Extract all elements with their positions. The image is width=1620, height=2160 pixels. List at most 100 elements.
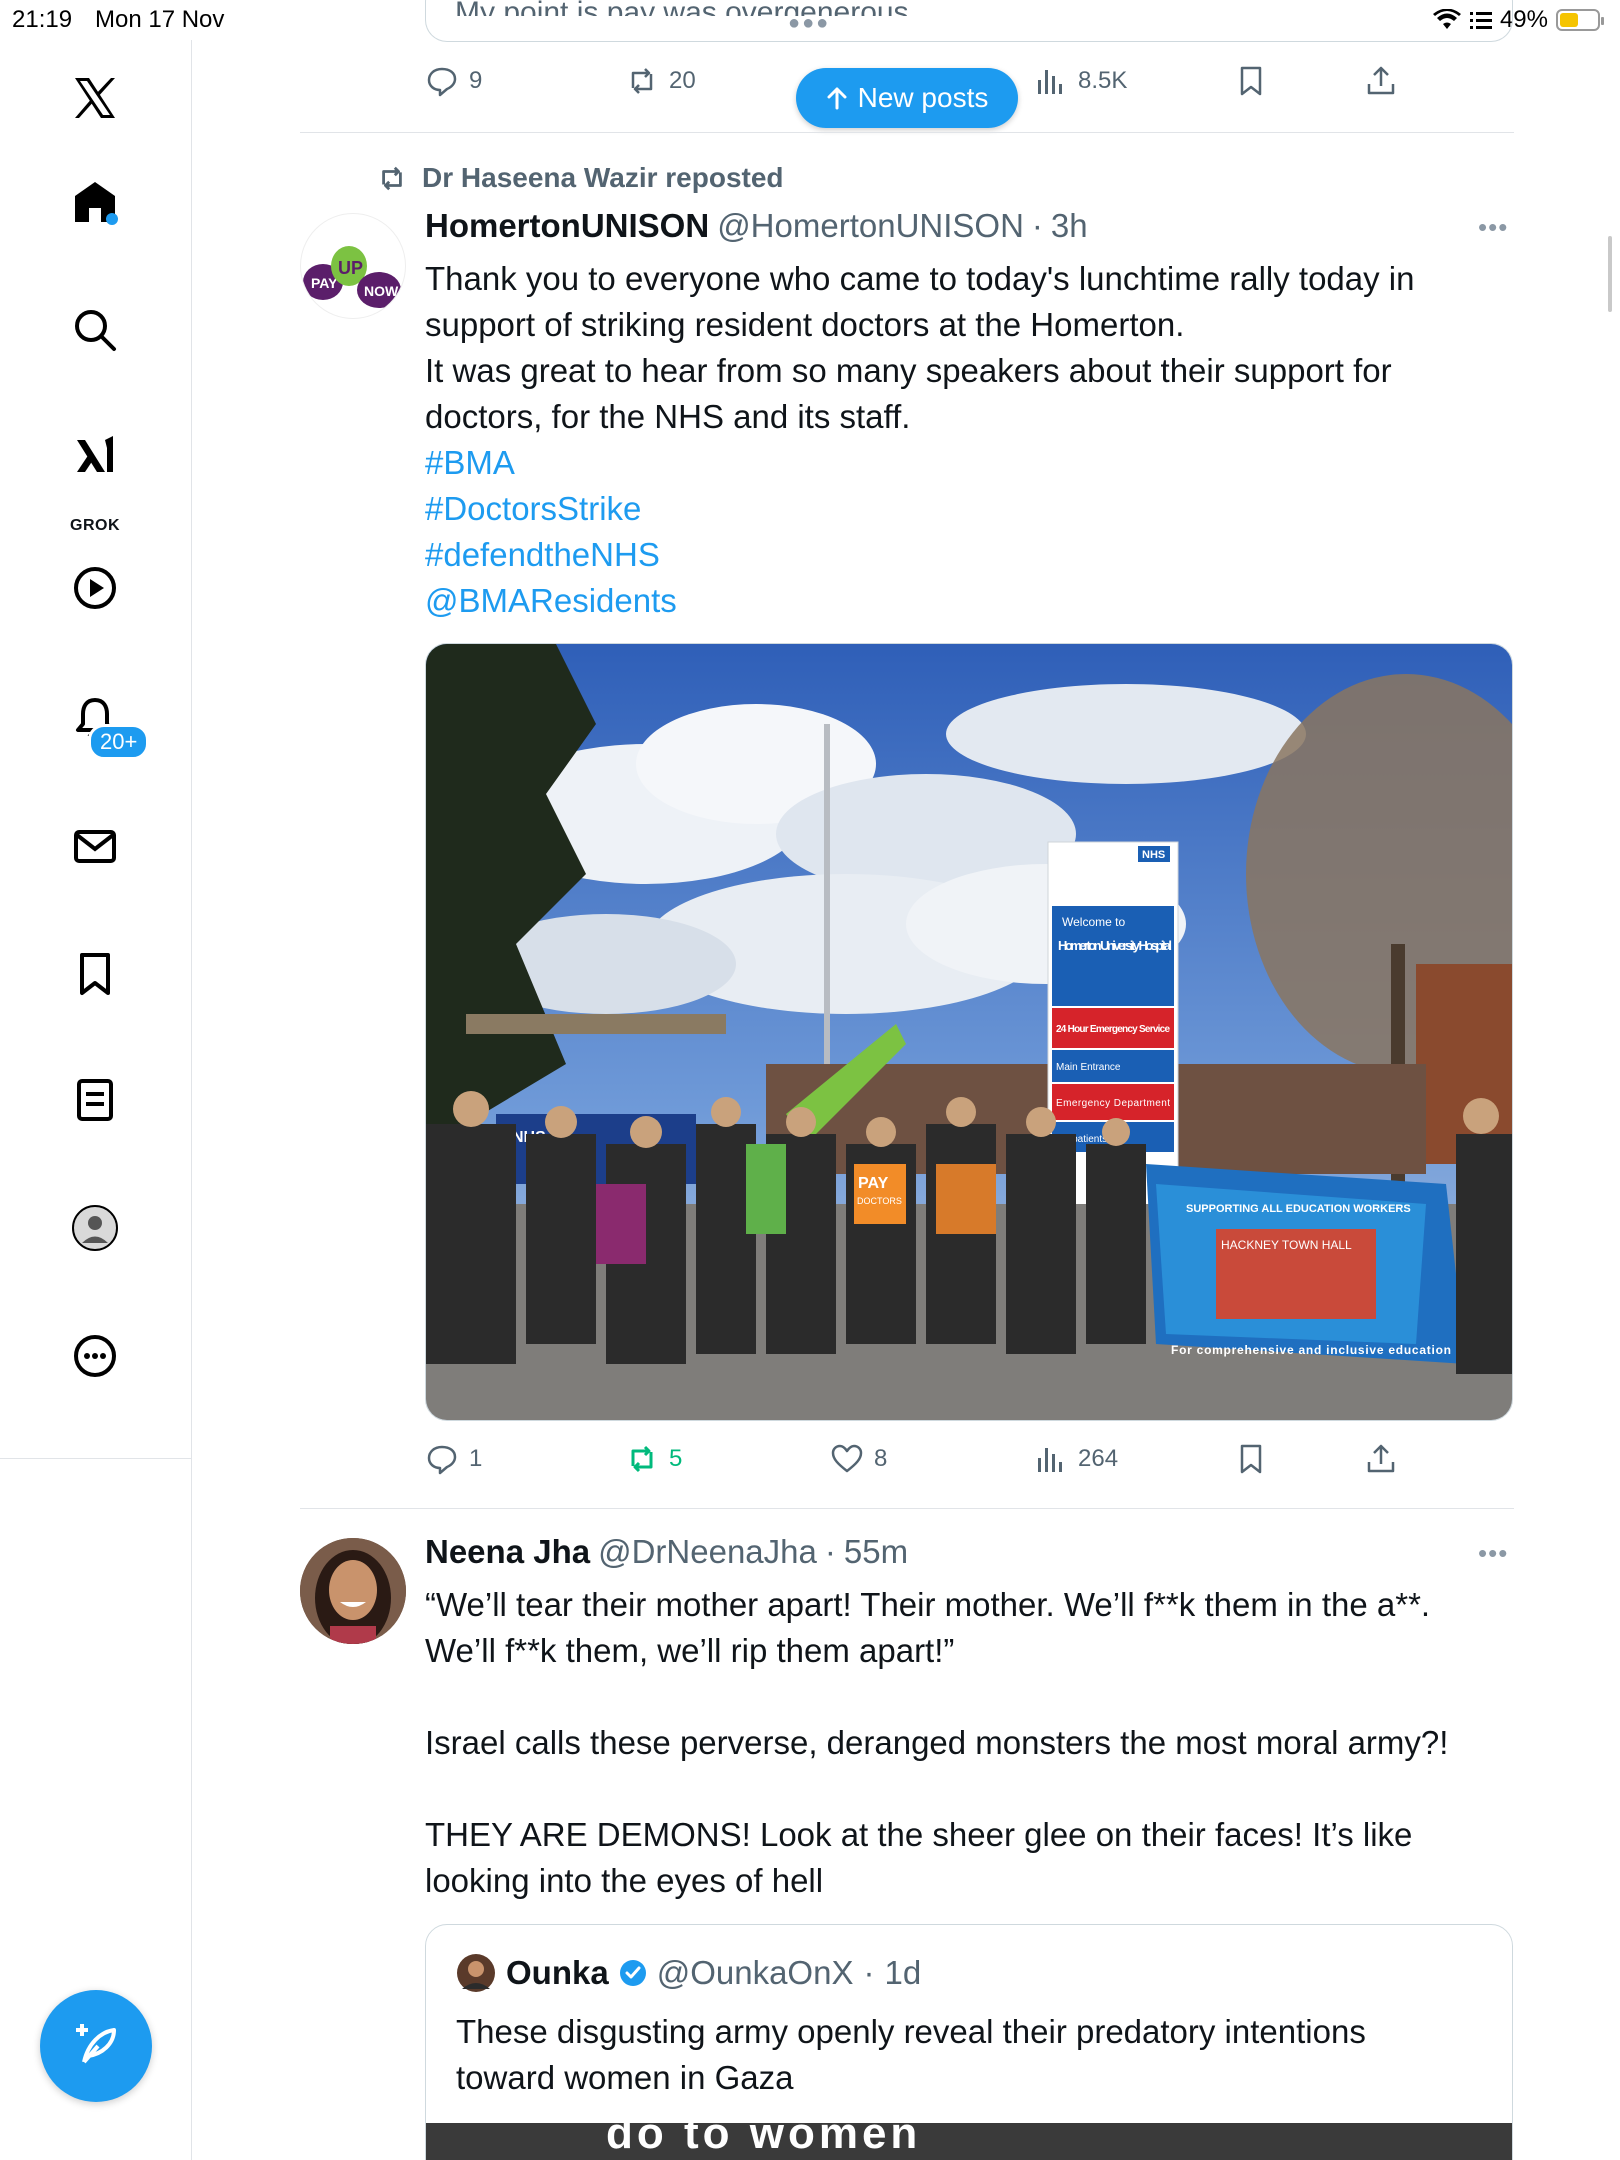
reply-icon (427, 1445, 457, 1475)
reply-icon (427, 67, 457, 97)
views-count: 8.5K (1078, 67, 1128, 94)
quoted-media-caption: do to women (606, 2109, 922, 2149)
banner-bottom-text: For comprehensive and inclusive educatio… (1171, 1343, 1451, 1357)
tweet1-repost-count: 5 (669, 1445, 683, 1472)
tweet2-line: THEY ARE DEMONS! Look at the sheer glee … (425, 1816, 1413, 1853)
views-chart-icon (1038, 70, 1062, 94)
tweet1-header: HomertonUNISON @HomertonUNISON · 3h (425, 207, 1088, 245)
home-notification-dot (106, 213, 118, 225)
sidebar-divider (0, 1458, 192, 1459)
profile-avatar-icon[interactable] (65, 1198, 125, 1258)
banner-top-text: SUPPORTING ALL EDUCATION WORKERS (1186, 1203, 1411, 1215)
homertonunison-avatar[interactable]: PAY UP NOW (300, 213, 406, 319)
repost-button[interactable]: 20 (625, 64, 696, 98)
x-logo-icon[interactable] (65, 68, 125, 128)
tweet2-separator: · (824, 1533, 836, 1570)
grok-icon[interactable] (65, 426, 125, 486)
compose-post-button[interactable] (40, 1990, 152, 2102)
tweet2-author-handle[interactable]: @DrNeenaJha (598, 1533, 817, 1571)
new-posts-label: New posts (857, 82, 989, 113)
repost-attribution[interactable]: Dr Haseena Wazir reposted (376, 162, 784, 194)
repost-count: 20 (669, 67, 696, 94)
quoted-author-handle: @OunkaOnX (656, 1954, 854, 1991)
tweet2-body: “We’ll tear their mother apart! Their mo… (425, 1582, 1505, 1904)
hashtag-doctorsstrike-link[interactable]: #DoctorsStrike (425, 486, 1505, 532)
repost-small-icon (382, 166, 402, 191)
lists-icon[interactable] (65, 1070, 125, 1130)
tweet1-author-handle[interactable]: @HomertonUNISON (717, 207, 1024, 245)
new-posts-button[interactable]: New posts (796, 68, 1018, 128)
tweet1-more-icon[interactable]: ••• (1478, 212, 1508, 243)
placard-doctors-text: DOCTORS (857, 1196, 902, 1206)
tweet1-time[interactable]: 3h (1051, 207, 1088, 245)
hashtag-defendthenhs-link[interactable]: #defendtheNHS (425, 532, 1505, 578)
quoted-time: 1d (884, 1954, 922, 1991)
tweet1-author-name[interactable]: HomertonUNISON (425, 207, 709, 245)
bookmark-button[interactable] (1234, 64, 1268, 98)
messages-icon[interactable] (65, 816, 125, 876)
grok-label: GROK (70, 517, 120, 534)
tweet1-line: Thank you to everyone who came to today'… (425, 260, 1415, 297)
hashtag-bma-link[interactable]: #BMA (425, 440, 1505, 486)
views-button[interactable]: 8.5K (1034, 64, 1127, 98)
tweet1-body: Thank you to everyone who came to today'… (425, 256, 1505, 624)
neenajha-avatar[interactable] (300, 1538, 406, 1644)
banner-townhall-text: HACKNEY TOWN HALL (1221, 1238, 1352, 1252)
video-icon[interactable] (65, 558, 125, 618)
share-icon (1367, 1444, 1395, 1473)
repost-icon (631, 1445, 653, 1473)
share-button[interactable] (1364, 64, 1398, 98)
sign-nhs-text: NHS (1142, 849, 1165, 861)
arrow-up-icon (827, 87, 847, 110)
reply-count: 9 (469, 67, 483, 94)
tweet2-time[interactable]: 55m (844, 1533, 908, 1571)
bookmarks-icon[interactable] (65, 944, 125, 1004)
sign-hospital-text: Homerton University Hospital (1058, 938, 1172, 953)
tweet1-photo[interactable]: NHS Welcome to Homerton University Hospi… (425, 643, 1513, 1421)
avatar-pay-text: PAY (311, 275, 338, 291)
tweet2-line: We’ll f**k them, we’ll rip them apart!” (425, 1632, 955, 1669)
mention-bmaresidents-link[interactable]: @BMAResidents (425, 578, 1505, 624)
share-icon (1367, 66, 1395, 95)
tweet1-line: doctors, for the NHS and its staff. (425, 398, 911, 435)
tweet2-more-icon[interactable]: ••• (1478, 1538, 1508, 1569)
quoted-separator: · (863, 1954, 875, 1991)
more-options-icon[interactable] (65, 1326, 125, 1386)
sign-emergency-text: 24 Hour Emergency Service (1056, 1024, 1170, 1035)
search-icon[interactable] (65, 300, 125, 360)
heart-icon (831, 1444, 863, 1473)
quoted-line: toward women in Gaza (456, 2059, 794, 2096)
tweet1-line: support of striking resident doctors at … (425, 306, 1185, 343)
views-chart-icon (1038, 1448, 1062, 1472)
tweet1-like-button[interactable]: 8 (830, 1442, 887, 1476)
tweet1-reply-button[interactable]: 1 (425, 1442, 482, 1476)
tweet1-like-count: 8 (874, 1445, 888, 1472)
tweet1-views-count: 264 (1078, 1445, 1119, 1472)
scrollbar[interactable] (1608, 236, 1612, 312)
sign-emergency-dept-text: Emergency Department (1056, 1098, 1170, 1109)
tweet1-bookmark-button[interactable] (1234, 1442, 1268, 1476)
sign-welcome-text: Welcome to (1062, 915, 1125, 929)
quoted-post-header: Ounka @OunkaOnX · 1d (456, 1953, 921, 1993)
quoted-author-name: Ounka (506, 1954, 609, 1991)
tweet2-author-name[interactable]: Neena Jha (425, 1533, 590, 1571)
tweet1-line: It was great to hear from so many speake… (425, 352, 1392, 389)
tweet2-header: Neena Jha @DrNeenaJha · 55m (425, 1533, 908, 1571)
bookmark-icon (1240, 1444, 1262, 1474)
reply-button[interactable]: 9 (425, 64, 482, 98)
post-divider (300, 132, 1514, 133)
tweet1-repost-button[interactable]: 5 (625, 1442, 682, 1476)
tweet1-views-button[interactable]: 264 (1034, 1442, 1118, 1476)
placard-pay-text: PAY (858, 1175, 889, 1192)
tweet1-share-button[interactable] (1364, 1442, 1398, 1476)
quoted-post[interactable]: Ounka @OunkaOnX · 1d These disgusting ar… (425, 1924, 1513, 2160)
previous-post-text: My point is pay was overgenerous... (455, 0, 1455, 16)
quoted-media[interactable]: do to women (426, 2109, 1512, 2160)
tweet1-reply-count: 1 (469, 1445, 483, 1472)
quoted-post-body: These disgusting army openly reveal thei… (456, 2009, 1486, 2101)
avatar-now-text: NOW (364, 283, 399, 299)
tweet2-line: “We’ll tear their mother apart! Their mo… (425, 1586, 1431, 1623)
status-date: Mon 17 Nov (95, 6, 225, 33)
compose-feather-icon (76, 2024, 116, 2064)
avatar-up-text: UP (338, 258, 363, 278)
